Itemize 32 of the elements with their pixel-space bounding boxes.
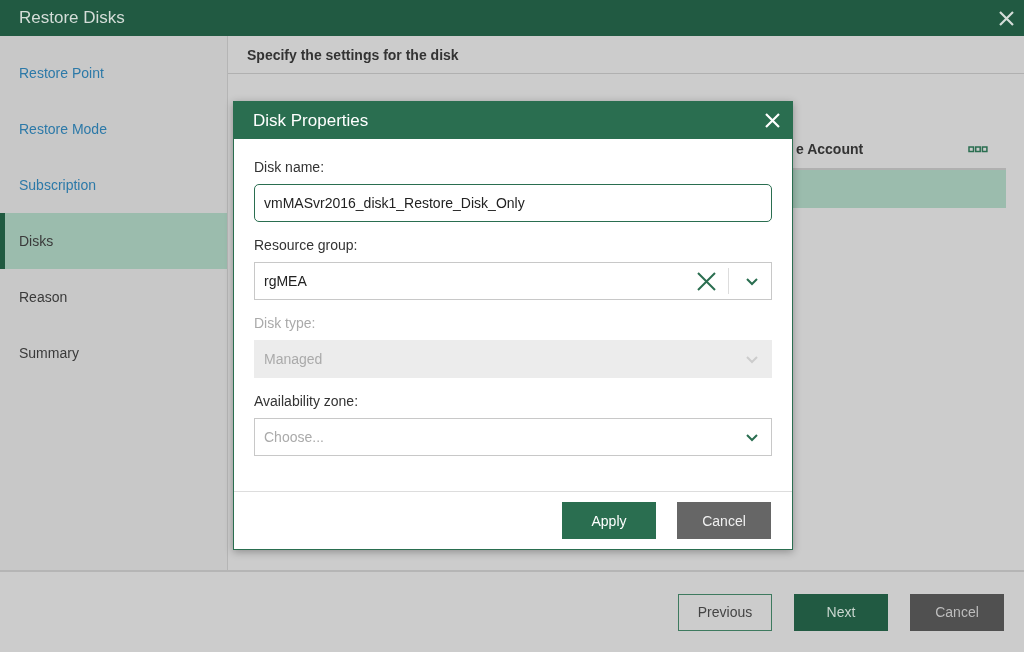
field-text[interactable]: Choose... [255,429,733,445]
column-header: e Account [796,141,864,157]
wizard-step[interactable]: Disks [0,213,227,269]
field-label: Availability zone: [254,393,359,409]
chevron-down-icon[interactable] [745,276,759,286]
dialog-button[interactable]: Cancel [677,502,771,539]
chevron-down-icon[interactable] [745,432,759,442]
dialog-title: Disk Properties [253,110,369,131]
dialog-button[interactable]: Apply [562,502,656,539]
wizard-step[interactable]: Summary [0,325,227,381]
close-icon [999,10,1014,26]
column-options-icon[interactable] [968,145,988,153]
field-label: Disk name: [254,159,325,175]
wizard-step[interactable]: Restore Point [0,45,227,101]
wizard-step[interactable]: Subscription [0,157,227,213]
clear-icon[interactable] [697,271,716,291]
dropdown-field[interactable]: rgMEA [254,262,772,300]
field-text[interactable]: vmMASvr2016_disk1_Restore_Disk_Only [255,195,771,211]
footer-button[interactable]: Next [794,593,888,631]
window-title: Restore Disks [19,8,125,28]
wizard-step[interactable]: Restore Mode [0,101,227,157]
field-label: Disk type: [254,315,316,331]
close-button[interactable] [999,10,1014,26]
field-text[interactable]: rgMEA [255,273,697,289]
wizard-step[interactable]: Reason [0,269,227,325]
input-field[interactable]: vmMASvr2016_disk1_Restore_Disk_Only [254,184,772,222]
dropdown-field[interactable]: Choose... [254,418,772,456]
footer-button[interactable]: Cancel [910,593,1004,631]
footer-button[interactable]: Previous [678,593,772,631]
close-icon [765,113,780,128]
page-heading: Specify the settings for the disk [228,36,1024,74]
field-label: Resource group: [254,237,358,253]
